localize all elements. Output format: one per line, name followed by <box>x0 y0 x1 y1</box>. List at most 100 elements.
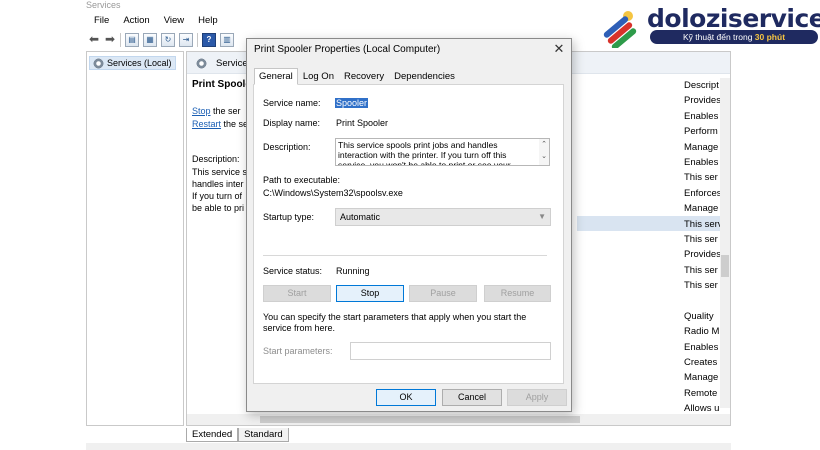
start-params-hint: You can specify the start parameters tha… <box>263 312 527 333</box>
panel-view-icon[interactable]: ▥ <box>220 33 234 47</box>
description-value: This service spools print jobs and handl… <box>338 140 511 166</box>
list-item[interactable]: This ser <box>684 232 720 247</box>
list-item[interactable]: This ser <box>684 263 720 278</box>
description-line: If you turn of <box>192 191 243 201</box>
chevron-down-icon: ▼ <box>538 212 546 221</box>
service-status-label: Service status: <box>263 266 323 276</box>
general-tab-panel <box>253 84 564 384</box>
service-name-value[interactable]: Spooler <box>335 98 369 108</box>
menu-file[interactable]: File <box>94 13 109 29</box>
description-line: be able to pri <box>192 203 245 213</box>
list-item[interactable]: Perform <box>684 124 720 139</box>
description-line: handles inter <box>192 179 244 189</box>
list-item[interactable] <box>684 293 720 308</box>
brand-tagline: Kỹ thuật đến trong 30 phút <box>650 30 818 44</box>
tab-general[interactable]: General <box>254 68 298 85</box>
start-button[interactable]: Start <box>263 285 331 302</box>
description-label: Description: <box>263 142 311 152</box>
refresh-icon[interactable]: ↻ <box>161 33 175 47</box>
restart-service-row: Restart the se <box>192 119 248 129</box>
forward-arrow-icon[interactable]: ➡ <box>104 33 116 47</box>
export-list-icon[interactable]: ⇥ <box>179 33 193 47</box>
services-pane-title: Service <box>216 58 248 69</box>
list-item[interactable]: This ser <box>684 278 720 293</box>
stop-service-link[interactable]: Stop <box>192 106 211 116</box>
tab-extended[interactable]: Extended <box>186 428 239 442</box>
toolbar: ⬅ ➡ ▤ ▦ ↻ ⇥ ? ▥ <box>86 30 250 50</box>
description-scrollbar[interactable]: ⌃ ⌄ <box>539 139 549 165</box>
tree-item-services-local[interactable]: Services (Local) <box>89 56 176 70</box>
list-item[interactable]: This serv <box>684 217 720 232</box>
start-params-label: Start parameters: <box>263 346 333 356</box>
restart-service-link[interactable]: Restart <box>192 119 221 129</box>
tab-standard[interactable]: Standard <box>238 428 289 442</box>
path-value: C:\Windows\System32\spoolsv.exe <box>263 188 403 198</box>
dialog-title: Print Spooler Properties (Local Computer… <box>254 44 441 55</box>
list-item[interactable]: Enables <box>684 340 720 355</box>
startup-type-select[interactable]: Automatic ▼ <box>335 208 551 226</box>
dialog-tabs: General Log On Recovery Dependencies <box>254 68 460 85</box>
close-icon[interactable]: ✕ <box>552 42 566 56</box>
tab-log-on[interactable]: Log On <box>298 68 339 85</box>
horizontal-scroll-thumb[interactable] <box>260 416 580 423</box>
menu-action[interactable]: Action <box>123 13 149 29</box>
list-item[interactable]: Enables <box>684 155 720 170</box>
tree-item-label: Services (Local) <box>107 58 172 68</box>
back-arrow-icon[interactable]: ⬅ <box>88 33 100 47</box>
toolbar-separator <box>120 33 121 47</box>
extended-description-text: This service s handles inter If you turn… <box>192 166 246 214</box>
description-line: This service s <box>192 167 246 177</box>
resume-button[interactable]: Resume <box>484 285 551 302</box>
list-item[interactable]: Creates <box>684 355 720 370</box>
list-item[interactable]: Enables <box>684 109 720 124</box>
list-item[interactable]: Radio M <box>684 324 720 339</box>
restart-service-suffix: the se <box>221 119 249 129</box>
display-name-value[interactable]: Print Spooler <box>336 118 388 128</box>
gear-icon <box>196 58 207 69</box>
service-name-label: Service name: <box>263 98 321 108</box>
tab-recovery[interactable]: Recovery <box>339 68 389 85</box>
description-textbox[interactable]: This service spools print jobs and handl… <box>335 138 550 166</box>
startup-type-value: Automatic <box>340 212 381 222</box>
path-label: Path to executable: <box>263 175 341 185</box>
pause-button[interactable]: Pause <box>409 285 477 302</box>
brand-logo-icon <box>603 11 637 48</box>
console-tree-pane: Services (Local) <box>86 51 184 426</box>
list-item[interactable]: Manage <box>684 370 720 385</box>
list-item[interactable]: Manage <box>684 140 720 155</box>
separator <box>263 255 547 256</box>
vertical-scroll-thumb[interactable] <box>721 255 729 277</box>
service-status-value: Running <box>336 266 370 276</box>
stop-service-row: Stop the ser <box>192 106 241 116</box>
console-tree-icon[interactable]: ▤ <box>125 33 139 47</box>
tab-dependencies[interactable]: Dependencies <box>389 68 460 85</box>
list-item[interactable]: This ser <box>684 170 720 185</box>
list-item[interactable]: Enforces <box>684 186 720 201</box>
properties-sheet-icon[interactable]: ▦ <box>143 33 157 47</box>
startup-type-label: Startup type: <box>263 212 315 222</box>
apply-button[interactable]: Apply <box>507 389 567 406</box>
selected-service-title: Print Spoole <box>192 79 251 90</box>
gear-icon <box>93 57 104 69</box>
display-name-label: Display name: <box>263 118 321 128</box>
menu-help[interactable]: Help <box>198 13 218 29</box>
stop-button[interactable]: Stop <box>336 285 404 302</box>
list-item[interactable]: Remote <box>684 386 720 401</box>
vertical-scrollbar[interactable] <box>720 78 730 408</box>
status-bar <box>86 443 731 450</box>
description-column: Descript Provides Enables Perform Manage… <box>684 78 720 417</box>
stop-service-suffix: the ser <box>210 106 241 116</box>
window-title: Services <box>86 0 466 8</box>
column-header-description[interactable]: Descript <box>684 78 720 93</box>
list-item[interactable]: Manage <box>684 201 720 216</box>
list-item[interactable]: Provides <box>684 93 720 108</box>
ok-button[interactable]: OK <box>376 389 436 406</box>
brand-tagline-highlight: 30 phút <box>754 32 786 42</box>
list-item[interactable]: Quality <box>684 309 720 324</box>
menu-view[interactable]: View <box>164 13 184 29</box>
extended-description-label: Description: <box>192 154 240 164</box>
cancel-button[interactable]: Cancel <box>442 389 502 406</box>
list-item[interactable]: Provides <box>684 247 720 262</box>
start-params-input[interactable] <box>350 342 551 360</box>
help-icon[interactable]: ? <box>202 33 216 47</box>
